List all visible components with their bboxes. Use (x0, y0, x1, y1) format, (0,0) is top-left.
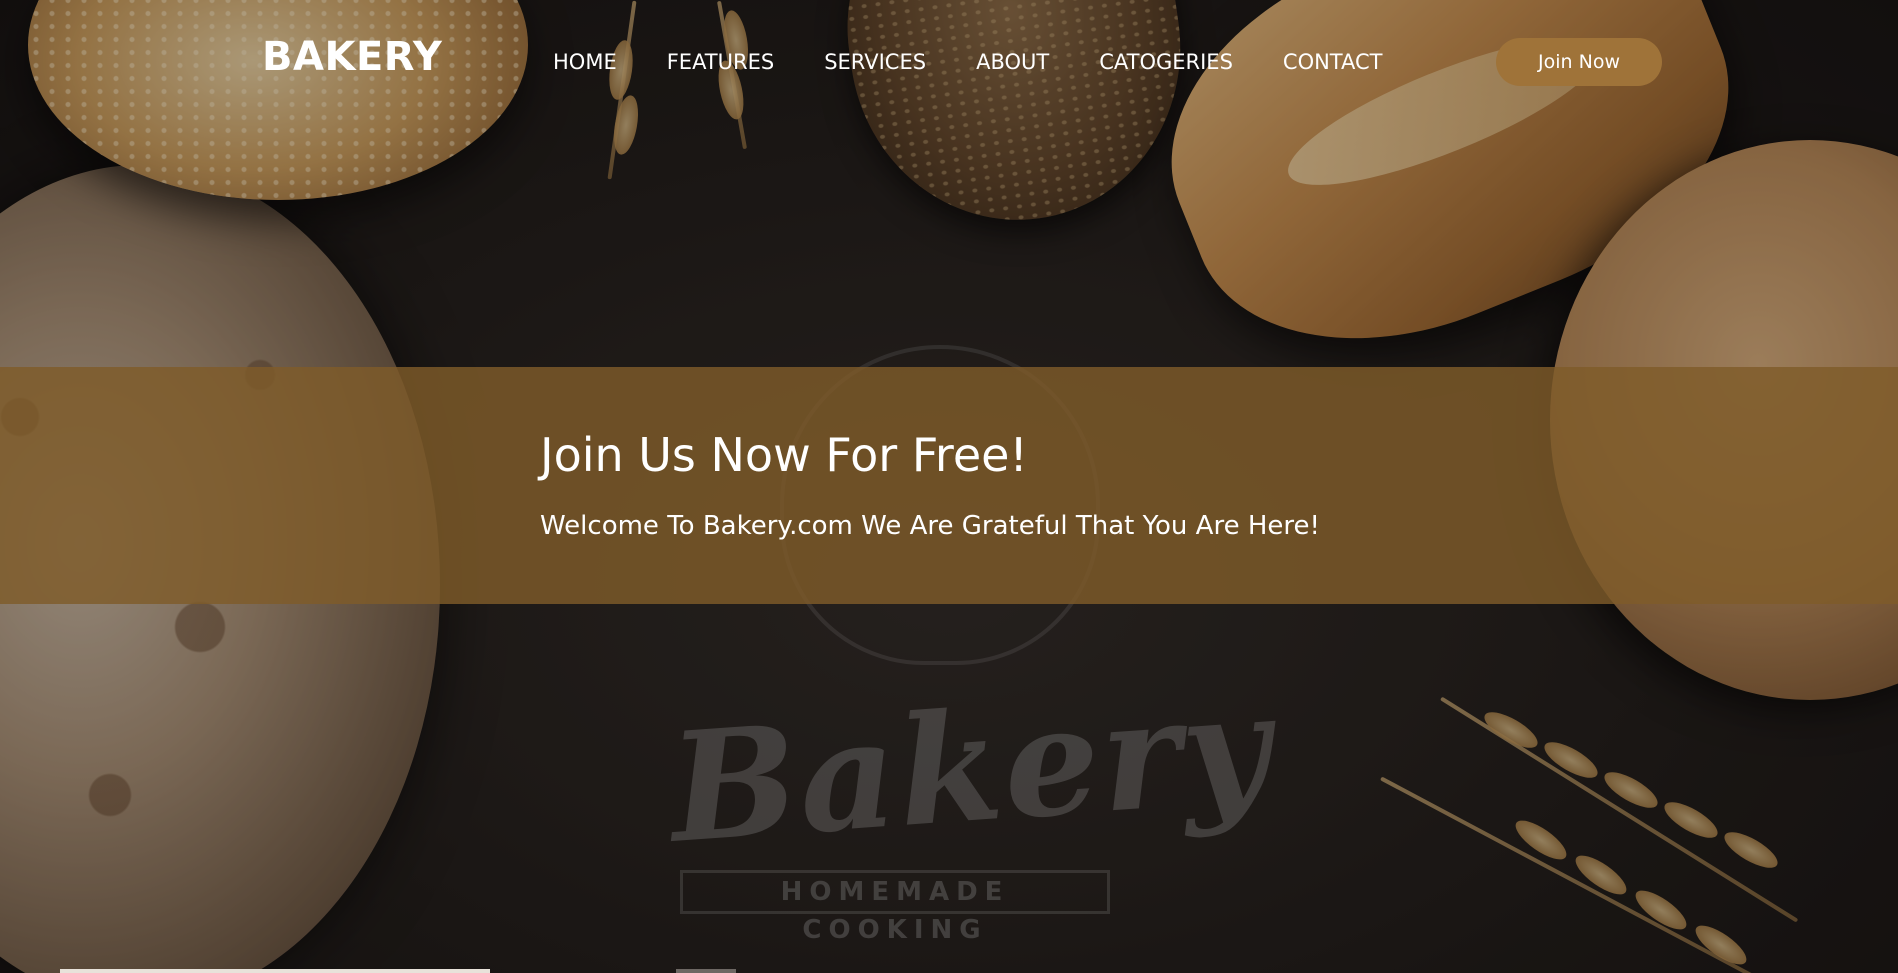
join-banner: Join Us Now For Free! Welcome To Bakery.… (0, 367, 1898, 604)
nav-link-contact[interactable]: CONTACT (1283, 48, 1383, 76)
nav-link-categories[interactable]: CATOGERIES (1099, 48, 1233, 76)
nav-item-about: ABOUT (976, 48, 1049, 76)
nav-link-features[interactable]: FEATURES (667, 48, 774, 76)
nav-link-services[interactable]: SERVICES (824, 48, 926, 76)
nav-item-services: SERVICES (824, 48, 926, 76)
bottom-scroll-indicator-secondary (676, 969, 736, 973)
nav-links: HOME FEATURES SERVICES ABOUT CATOGERIES … (553, 48, 1383, 76)
hero-section: Bakery HOMEMADE COOKING BAKERY HOME FEAT… (0, 0, 1898, 973)
nav-link-about[interactable]: ABOUT (976, 48, 1049, 76)
brand-logo[interactable]: BAKERY (262, 34, 442, 80)
banner-title: Join Us Now For Free! (540, 428, 1028, 482)
banner-subtitle: Welcome To Bakery.com We Are Grateful Th… (540, 511, 1320, 541)
bottom-scroll-indicator (60, 969, 490, 973)
nav-link-home[interactable]: HOME (553, 48, 617, 76)
nav-item-features: FEATURES (667, 48, 774, 76)
nav-item-categories: CATOGERIES (1099, 48, 1233, 76)
nav-item-home: HOME (553, 48, 617, 76)
navbar: BAKERY HOME FEATURES SERVICES ABOUT CATO… (0, 0, 1898, 124)
nav-item-contact: CONTACT (1283, 48, 1383, 76)
join-now-button[interactable]: Join Now (1496, 38, 1662, 86)
